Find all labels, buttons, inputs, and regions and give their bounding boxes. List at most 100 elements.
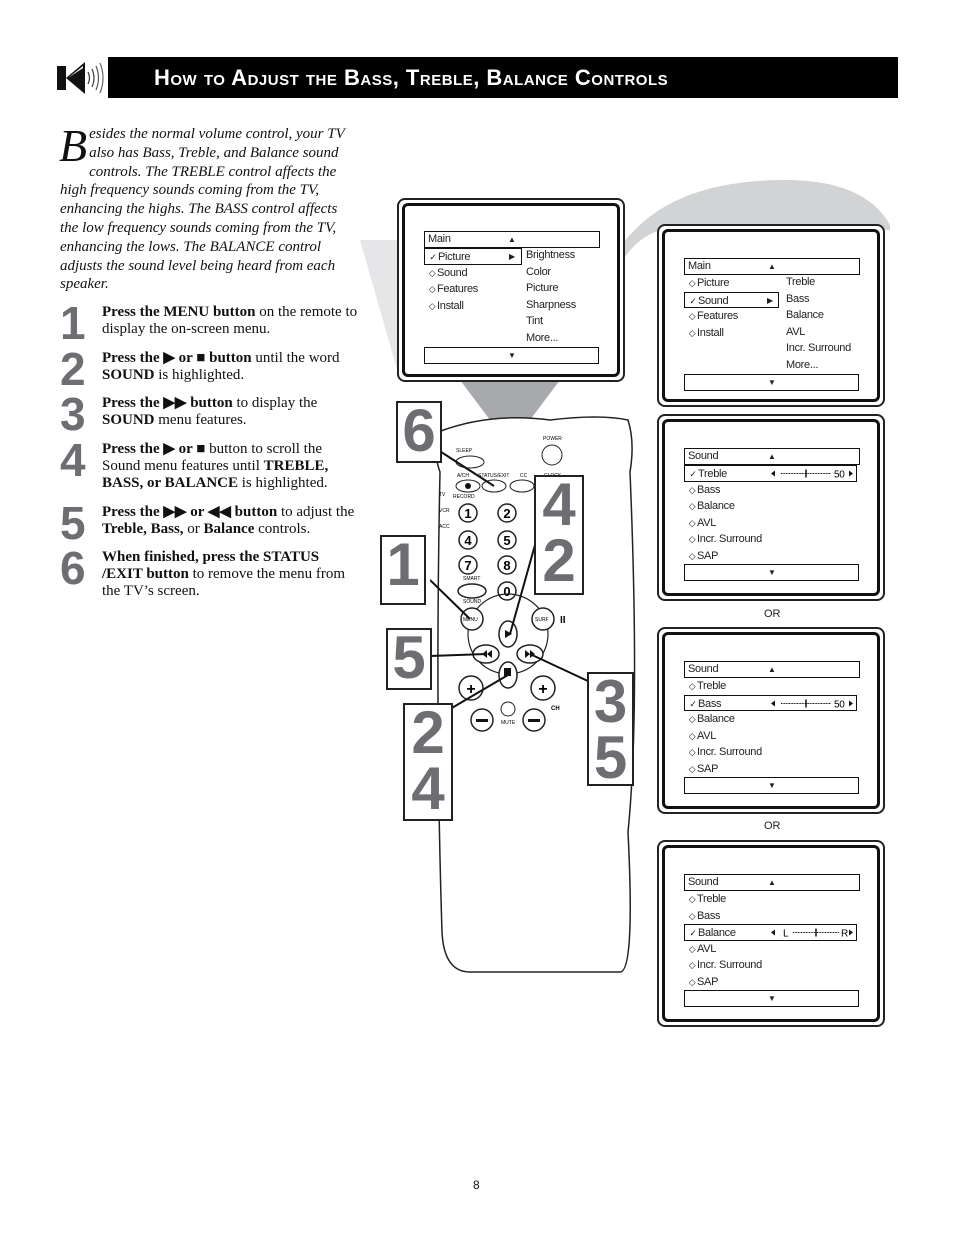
callout-number: 2 bbox=[411, 699, 445, 766]
down-arrow-icon: ▼ bbox=[768, 568, 776, 577]
callout-number: 5 bbox=[593, 724, 628, 791]
menu-item-label: Incr. Surround bbox=[697, 746, 762, 758]
menu-item[interactable]: ◇ SAP bbox=[684, 548, 860, 565]
av-label: A/CH bbox=[457, 473, 469, 479]
adjust-slider[interactable]: 50 bbox=[767, 466, 857, 481]
check-icon: ✓ bbox=[689, 698, 697, 709]
menu-item[interactable]: ✓Treble 50 bbox=[684, 465, 857, 482]
menu-item-picture[interactable]: ✓Picture ▶ bbox=[424, 248, 522, 265]
menu-footer: ▼ bbox=[424, 347, 599, 364]
menu-item[interactable]: ◇ SAP bbox=[684, 761, 860, 778]
menu-title: Sound bbox=[688, 663, 719, 675]
submenu-item[interactable]: More... bbox=[526, 330, 576, 347]
menu-header: Sound ▲ bbox=[684, 448, 860, 465]
step-5: 5 Press the ▶▶ or ◀◀ button to adjust th… bbox=[60, 500, 360, 546]
step-text: controls. bbox=[254, 521, 311, 537]
mute-button bbox=[500, 701, 516, 717]
menu-item-label: Features bbox=[437, 283, 479, 295]
step-number: 6 bbox=[60, 542, 86, 594]
submenu-item[interactable]: More... bbox=[786, 357, 851, 374]
menu-item-sound[interactable]: ✓Sound ▶ bbox=[684, 291, 779, 308]
menu-header: Main ▲ bbox=[424, 231, 600, 248]
menu-item[interactable]: ◇ Bass bbox=[684, 908, 860, 925]
step-text: to display the bbox=[232, 395, 318, 411]
menu-title: Main bbox=[428, 233, 451, 245]
callout-step-1: 1 bbox=[380, 535, 426, 605]
down-arrow-icon: ▼ bbox=[768, 378, 776, 387]
svg-text:TV: TV bbox=[439, 492, 446, 498]
menu-item[interactable]: ◇ AVL bbox=[684, 728, 860, 745]
callout-number: 3 bbox=[593, 668, 628, 735]
step-bold-text: Press the ▶▶ button bbox=[102, 395, 233, 411]
onscreen-menu: Sound ▲ ◇ Treble ◇ Bass ✓Balance L R ◇ AVL ◇ Incr. S… bbox=[684, 874, 860, 1007]
or-label: OR bbox=[764, 608, 781, 620]
submenu-item[interactable]: Color bbox=[526, 264, 576, 281]
step-bold-text: Press the ▶ or ■ button bbox=[102, 350, 252, 366]
step-6: 6 When finished, press the STATUS /EXIT … bbox=[60, 545, 360, 600]
menu-item[interactable]: ◇ Treble bbox=[684, 678, 860, 695]
step-text: or bbox=[183, 521, 204, 537]
menu-item-label: Bass bbox=[697, 909, 721, 922]
menu-title: Sound bbox=[688, 876, 719, 888]
check-icon: ✓ bbox=[429, 252, 437, 262]
submenu-item[interactable]: Balance bbox=[786, 307, 851, 324]
menu-item[interactable]: ◇ Incr. Surround bbox=[684, 744, 860, 761]
cc-label: CC bbox=[520, 473, 528, 479]
adjust-slider[interactable]: LR bbox=[767, 925, 857, 940]
tv-screen-sound-treble: Sound ▲ ✓Treble 50 ◇ Bass ◇ Balance ◇ AVL ◇ Incr. S… bbox=[657, 414, 885, 601]
tv-screen-main-sound: Main ▲ ◇ Picture ✓Sound ▶ ◇ Features ◇ Instal… bbox=[657, 224, 885, 407]
submenu-item[interactable]: Tint bbox=[526, 313, 576, 330]
submenu-item[interactable]: Treble bbox=[786, 274, 851, 291]
diamond-icon: ◇ bbox=[688, 484, 696, 495]
diamond-icon: ◇ bbox=[428, 300, 436, 311]
submenu-item[interactable]: Picture bbox=[526, 280, 576, 297]
step-bold-text: Treble, Bass, bbox=[102, 521, 184, 537]
menu-item[interactable]: ◇ Treble bbox=[684, 891, 860, 908]
menu-item[interactable]: ◇ AVL bbox=[684, 941, 860, 958]
menu-footer: ▼ bbox=[684, 777, 859, 794]
menu-item[interactable]: ◇ Incr. Surround bbox=[684, 957, 860, 974]
menu-item[interactable]: ◇ Incr. Surround bbox=[684, 531, 860, 548]
submenu-item[interactable]: Brightness bbox=[526, 247, 576, 264]
submenu-item[interactable]: AVL bbox=[786, 324, 851, 341]
diamond-icon: ◇ bbox=[688, 550, 696, 561]
submenu: Brightness Color Picture Sharpness Tint … bbox=[526, 247, 576, 346]
menu-item[interactable]: ✓Balance L R bbox=[684, 924, 857, 941]
menu-title: Sound bbox=[688, 450, 719, 462]
menu-item-label: Sound bbox=[437, 266, 468, 279]
menu-item[interactable]: ◇ Balance bbox=[684, 498, 860, 515]
submenu-item[interactable]: Incr. Surround bbox=[786, 340, 851, 357]
menu-item-label: Install bbox=[437, 299, 464, 312]
menu-item[interactable]: ◇ AVL bbox=[684, 515, 860, 532]
menu-item[interactable]: ◇ Balance bbox=[684, 711, 860, 728]
adjust-slider[interactable]: 50 bbox=[767, 696, 857, 711]
diamond-icon: ◇ bbox=[688, 894, 696, 904]
diamond-icon: ◇ bbox=[688, 714, 696, 724]
menu-item-label: SAP bbox=[697, 762, 719, 775]
step-text: is highlighted. bbox=[238, 475, 328, 491]
menu-item[interactable]: ◇ SAP bbox=[684, 974, 860, 991]
diamond-icon: ◇ bbox=[688, 278, 696, 288]
right-arrow-icon: ▶ bbox=[509, 252, 515, 261]
callout-step-5: 5 bbox=[386, 628, 432, 690]
slider-value: 50 bbox=[834, 470, 845, 481]
intro-paragraph: Besides the normal volume control, your … bbox=[59, 123, 355, 294]
menu-item-label: AVL bbox=[697, 516, 717, 529]
menu-header: Sound ▲ bbox=[684, 661, 860, 678]
down-arrow-icon: ▼ bbox=[508, 351, 516, 360]
menu-item-label: Picture bbox=[438, 251, 471, 263]
callout-number: 2 bbox=[542, 527, 576, 594]
submenu-item[interactable]: Bass bbox=[786, 291, 851, 308]
menu-item[interactable]: ◇ Bass bbox=[684, 482, 860, 499]
menu-footer: ▼ bbox=[684, 374, 859, 391]
submenu-item[interactable]: Sharpness bbox=[526, 297, 576, 314]
up-arrow-icon: ▲ bbox=[768, 262, 776, 271]
sleep-label: SLEEP bbox=[456, 448, 473, 454]
diamond-icon: ◇ bbox=[688, 681, 696, 691]
record-label: RECORD bbox=[453, 494, 475, 500]
menu-item-label: Treble bbox=[697, 680, 726, 692]
check-icon: ✓ bbox=[689, 295, 697, 306]
menu-item[interactable]: ✓Bass 50 bbox=[684, 694, 857, 711]
power-label: POWER bbox=[543, 436, 562, 442]
svg-text:0: 0 bbox=[503, 584, 510, 599]
